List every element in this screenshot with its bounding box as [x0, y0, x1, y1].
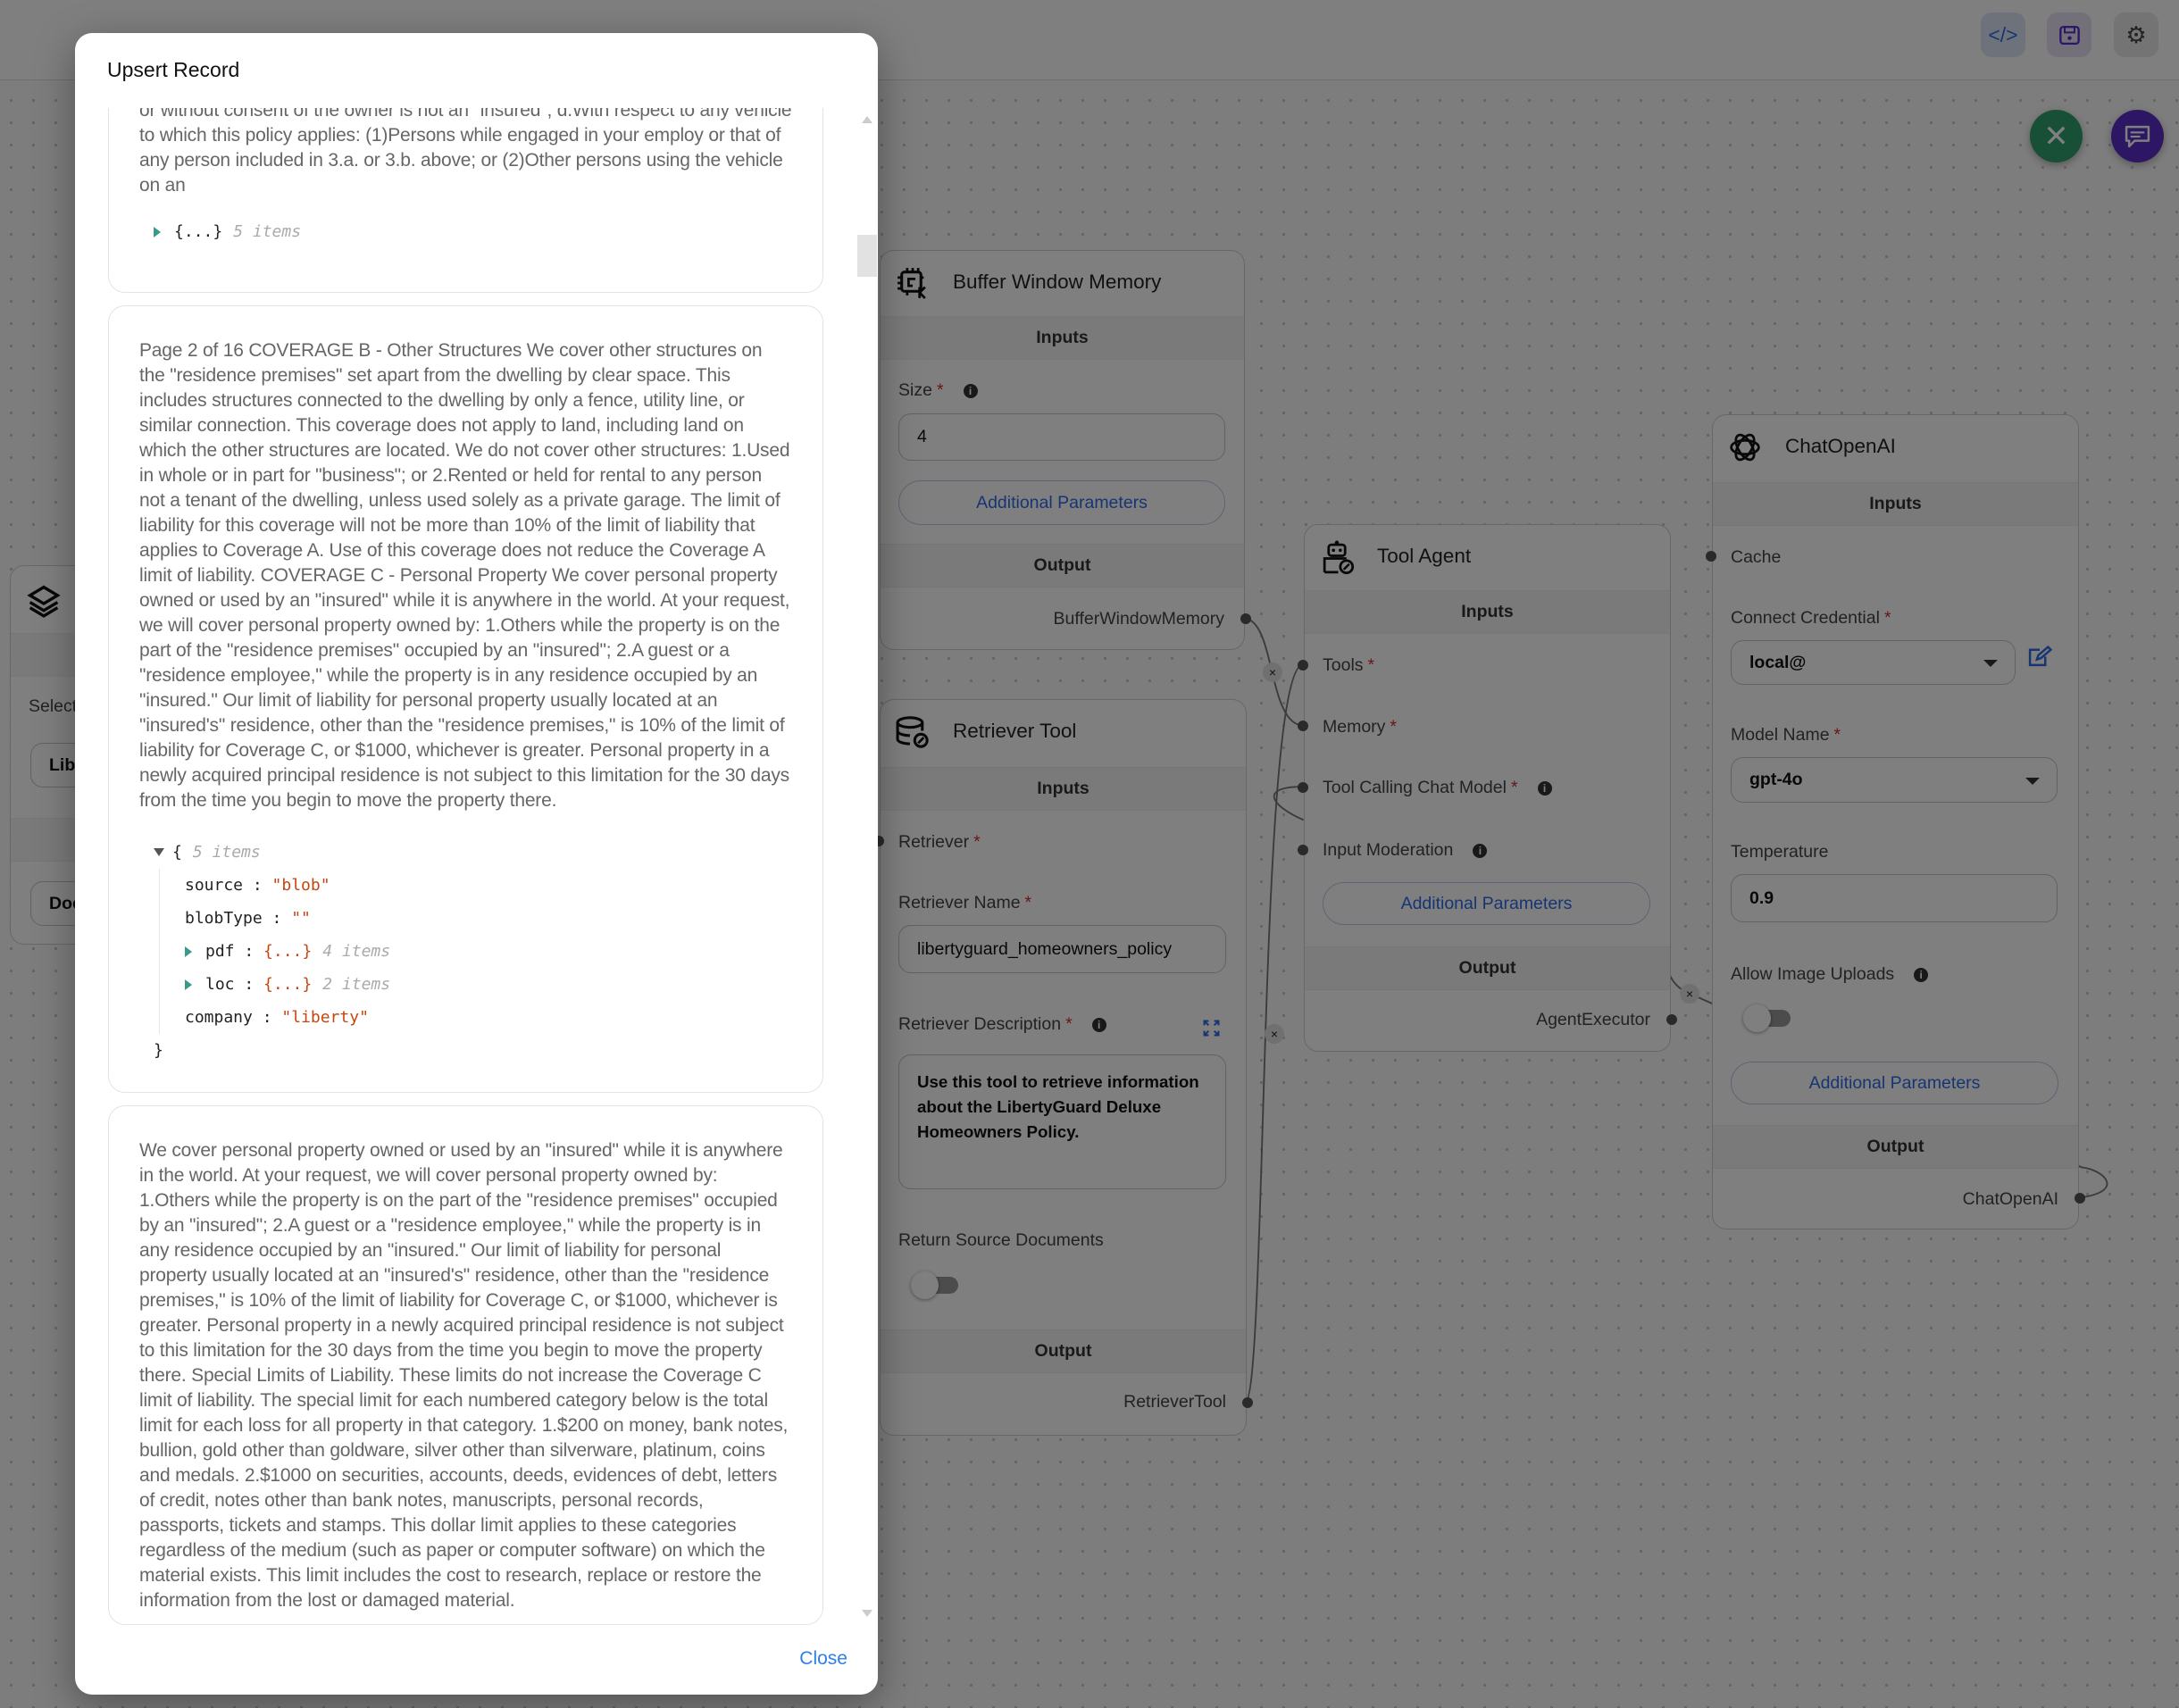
metadata-tree: {5 items source : "blob" blobType : "" p… — [154, 836, 792, 1067]
metadata-toggle[interactable]: {5 items — [154, 836, 792, 869]
records-list[interactable]: or without consent of the owner is not a… — [75, 108, 878, 1625]
close-button[interactable]: Close — [799, 1648, 847, 1670]
metadata-field-pdf[interactable]: pdf : {...} 4 items — [185, 935, 792, 968]
metadata-field-blobtype: blobType : "" — [185, 909, 311, 928]
field-key: source — [185, 876, 244, 895]
field-value: "blob" — [271, 876, 330, 895]
scroll-up-arrow-icon[interactable] — [862, 116, 872, 123]
field-key: loc — [205, 975, 235, 994]
expand-arrow-icon — [154, 226, 161, 237]
field-value: {...} — [263, 975, 313, 994]
field-key: company — [185, 1008, 253, 1027]
field-value: "" — [291, 909, 311, 928]
metadata-field-company: company : "liberty" — [185, 1008, 369, 1027]
flow-canvas[interactable]: </> ⚙ ✕ Select Libe Doc Buffer Window Me… — [0, 0, 2179, 1708]
field-value: {...} — [263, 942, 313, 961]
field-count: 2 items — [322, 975, 391, 994]
metadata-count: 5 items — [192, 843, 261, 862]
metadata-tree: {...} 5 items — [154, 215, 792, 248]
record-text: We cover personal property owned or used… — [139, 1140, 789, 1611]
record-text: Page 2 of 16 COVERAGE B - Other Structur… — [139, 340, 790, 811]
dialog-title: Upsert Record — [107, 58, 240, 81]
open-brace: { — [172, 843, 182, 862]
field-key: pdf — [205, 942, 235, 961]
scrollbar[interactable] — [857, 108, 877, 1625]
metadata-field-source: source : "blob" — [185, 876, 330, 895]
upsert-record-dialog: Upsert Record or without consent of the … — [75, 33, 878, 1695]
metadata-field-loc[interactable]: loc : {...} 2 items — [185, 968, 792, 1001]
field-count: 4 items — [322, 942, 391, 961]
scrollbar-thumb[interactable] — [857, 235, 877, 277]
record-text: or without consent of the owner is not a… — [139, 108, 792, 196]
collapse-arrow-icon — [154, 848, 164, 856]
expand-arrow-icon — [185, 946, 192, 957]
expand-arrow-icon — [185, 979, 192, 990]
record-card: We cover personal property owned or used… — [108, 1105, 823, 1625]
record-card: or without consent of the owner is not a… — [108, 108, 823, 293]
field-key: blobType — [185, 909, 263, 928]
metadata-count: 5 items — [233, 222, 302, 241]
record-card: Page 2 of 16 COVERAGE B - Other Structur… — [108, 305, 823, 1093]
scroll-down-arrow-icon[interactable] — [862, 1610, 872, 1617]
metadata-collapsed: {...} — [174, 222, 223, 241]
metadata-toggle[interactable]: {...} 5 items — [154, 215, 792, 248]
field-value: "liberty" — [281, 1008, 369, 1027]
close-brace: } — [154, 1041, 163, 1060]
